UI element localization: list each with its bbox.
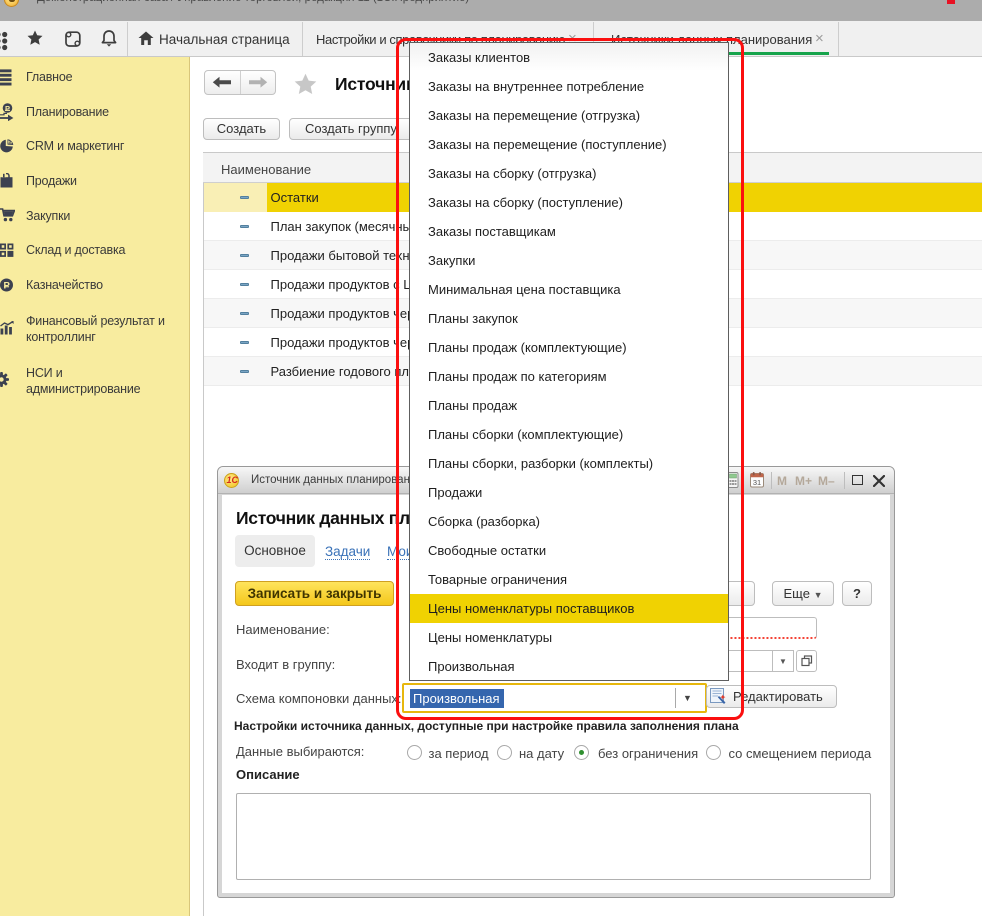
- svg-text:31: 31: [753, 478, 761, 487]
